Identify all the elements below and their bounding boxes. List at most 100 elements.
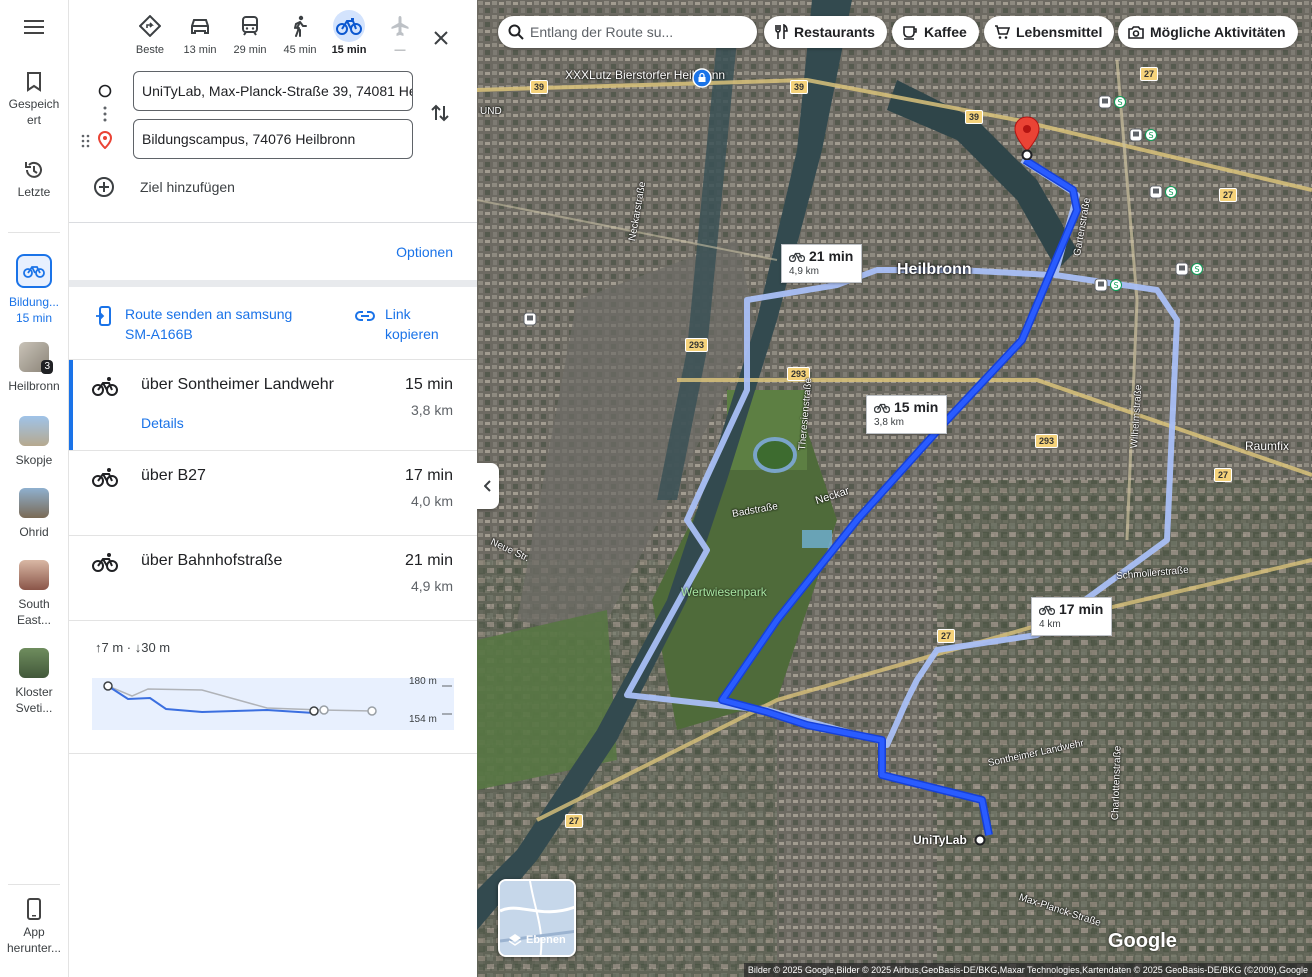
download-app-label: App herunter... bbox=[6, 925, 62, 955]
shopping-poi-icon[interactable] bbox=[692, 68, 712, 88]
mode-flight[interactable]: — bbox=[376, 10, 424, 56]
copy-link-button[interactable]: Link kopieren bbox=[355, 304, 439, 344]
mode-label: 29 min bbox=[233, 44, 267, 56]
send-route-label-line1: Route senden an samsung bbox=[125, 306, 293, 322]
swap-waypoints-button[interactable] bbox=[429, 102, 451, 129]
chip-label: Kaffee bbox=[924, 24, 967, 40]
transit-stop-icon[interactable]: S bbox=[1175, 262, 1205, 276]
poi-label-raumfix[interactable]: Raumfix bbox=[1245, 439, 1289, 453]
mode-label: 13 min bbox=[183, 44, 217, 56]
route-option-1[interactable]: über Sontheimer Landwehr 15 min 3,8 km D… bbox=[69, 360, 477, 450]
recent-place-south-east[interactable]: South East... bbox=[0, 560, 68, 628]
bicycle-icon bbox=[1039, 605, 1055, 615]
chip-activities[interactable]: Mögliche Aktivitäten bbox=[1118, 16, 1298, 48]
recent-place-kloster[interactable]: Kloster Sveti... bbox=[0, 648, 68, 716]
svg-text:S: S bbox=[1148, 131, 1153, 140]
options-button[interactable]: Optionen bbox=[396, 244, 453, 260]
route-distance: 3,8 km bbox=[410, 402, 453, 418]
close-icon bbox=[434, 31, 448, 45]
add-destination-label: Ziel hinzufügen bbox=[140, 179, 235, 195]
transit-icon bbox=[234, 10, 266, 42]
place-thumbnail bbox=[19, 560, 49, 590]
layers-button[interactable]: Ebenen bbox=[498, 879, 576, 957]
route-label-time: 17 min bbox=[1059, 601, 1104, 617]
mode-best[interactable]: Beste bbox=[126, 10, 174, 56]
menu-button[interactable] bbox=[0, 20, 68, 38]
route-label-17min[interactable]: 17 min 4 km bbox=[1031, 597, 1113, 636]
transit-stop-icon[interactable] bbox=[523, 312, 537, 326]
mode-walk[interactable]: 45 min bbox=[276, 10, 324, 56]
active-route-label: Bildung... bbox=[8, 295, 60, 309]
search-placeholder: Entlang der Route su... bbox=[530, 24, 674, 40]
walk-icon bbox=[284, 10, 316, 42]
transit-stop-icon[interactable]: S bbox=[1129, 128, 1159, 142]
mode-bicycle[interactable]: 15 min bbox=[325, 10, 373, 56]
route-label-distance: 3,8 km bbox=[874, 417, 905, 428]
recent-place-heilbronn[interactable]: 3 Heilbronn bbox=[0, 342, 68, 394]
road-number: 27 bbox=[1140, 67, 1159, 81]
chip-groceries[interactable]: Lebensmittel bbox=[984, 16, 1115, 48]
count-badge: 3 bbox=[41, 360, 53, 374]
destination-pin-icon[interactable] bbox=[1013, 116, 1041, 160]
route-option-3[interactable]: über Bahnhofstraße 21 min 4,9 km bbox=[69, 536, 477, 620]
map-canvas[interactable]: 39 39 39 27 27 27 27 27 293 293 293 Heil… bbox=[477, 0, 1312, 977]
mode-car[interactable]: 13 min bbox=[176, 10, 224, 56]
collapse-panel-button[interactable] bbox=[477, 463, 499, 509]
bicycle-icon bbox=[333, 10, 365, 42]
divider bbox=[69, 753, 477, 754]
route-time: 21 min bbox=[404, 552, 453, 569]
route-label-15min[interactable]: 15 min 3,8 km bbox=[866, 395, 948, 434]
transit-stop-icon[interactable]: S bbox=[1098, 95, 1128, 109]
left-rail: Gespeich ert Letzte Bildung... 15 min 3 … bbox=[0, 0, 69, 977]
route-label-distance: 4,9 km bbox=[789, 266, 820, 277]
fork-knife-icon bbox=[774, 24, 788, 40]
mode-transit[interactable]: 29 min bbox=[226, 10, 274, 56]
recent-place-ohrid[interactable]: Ohrid bbox=[0, 488, 68, 540]
add-circle-icon bbox=[94, 177, 114, 197]
poi-label-xxxlutz[interactable]: XXXLutz Bierstorfer Heilbronn bbox=[565, 68, 725, 82]
rail-divider bbox=[8, 232, 60, 233]
transit-stop-icon[interactable]: S bbox=[1094, 278, 1124, 292]
active-route-time: 15 min bbox=[15, 311, 53, 325]
search-along-route-input[interactable]: Entlang der Route su... bbox=[498, 16, 757, 48]
svg-text:S: S bbox=[1117, 98, 1122, 107]
place-thumbnail bbox=[19, 648, 49, 678]
origin-input[interactable]: UniTyLab, Max-Planck-Straße 39, 74081 He… bbox=[133, 71, 413, 111]
svg-text:S: S bbox=[1113, 281, 1118, 290]
chip-label: Lebensmittel bbox=[1016, 24, 1103, 40]
chip-coffee[interactable]: Kaffee bbox=[892, 16, 979, 48]
transit-stop-icon[interactable]: S bbox=[1149, 185, 1179, 199]
active-route-box bbox=[16, 254, 52, 288]
bicycle-icon bbox=[92, 468, 118, 487]
park-label[interactable]: Wertwiesenpark bbox=[681, 585, 767, 599]
route-name: über Bahnhofstraße bbox=[141, 552, 283, 569]
route-label-21min[interactable]: 21 min 4,9 km bbox=[781, 244, 863, 283]
route-details-link[interactable]: Details bbox=[141, 415, 184, 431]
satellite-map[interactable] bbox=[477, 0, 1312, 977]
drag-handle-icon[interactable] bbox=[81, 134, 91, 148]
mode-label: 45 min bbox=[283, 44, 317, 56]
elevation-max-label: 180 m bbox=[409, 676, 437, 687]
city-label[interactable]: Heilbronn bbox=[897, 261, 972, 279]
recent-button[interactable]: Letzte bbox=[0, 160, 68, 200]
route-distance: 4,0 km bbox=[410, 493, 453, 509]
recent-place-skopje[interactable]: Skopje bbox=[0, 416, 68, 468]
download-app-button[interactable]: App herunter... bbox=[0, 898, 68, 956]
poi-label-unitylab[interactable]: UniTyLab bbox=[913, 833, 967, 847]
road-number: 39 bbox=[965, 110, 984, 124]
close-directions-button[interactable] bbox=[427, 24, 455, 52]
send-route-button[interactable]: Route senden an samsung SM-A166B bbox=[95, 304, 292, 344]
route-option-2[interactable]: über B27 17 min 4,0 km bbox=[69, 451, 477, 535]
chip-restaurants[interactable]: Restaurants bbox=[764, 16, 887, 48]
road-number: 293 bbox=[1035, 434, 1059, 448]
rail-active-route[interactable]: Bildung... 15 min bbox=[0, 254, 68, 326]
add-destination-button[interactable]: Ziel hinzufügen bbox=[93, 176, 235, 198]
recent-label: Letzte bbox=[17, 185, 51, 199]
destination-input[interactable]: Bildungscampus, 74076 Heilbronn bbox=[133, 119, 413, 159]
elevation-summary: ↑7 m · ↓30 m bbox=[95, 640, 171, 655]
route-start-marker[interactable] bbox=[974, 834, 986, 846]
route-name: über B27 bbox=[141, 467, 206, 484]
camera-icon bbox=[1128, 25, 1144, 39]
recent-place-label: Skopje bbox=[15, 453, 53, 467]
saved-button[interactable]: Gespeich ert bbox=[0, 72, 68, 128]
